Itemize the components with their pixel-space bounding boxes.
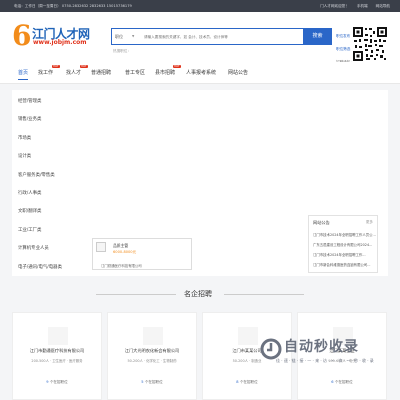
nav-hr-exam[interactable]: 人事报考系统: [186, 69, 216, 76]
job-salary: 6000-8000元: [113, 250, 137, 254]
announcement-item[interactable]: 江门市技术2024年全职招聘工作人员公...: [313, 232, 377, 237]
site-header: 6 江门人才网 www.jobjm.com 职位 ▼ 搜索 热搜职位： 职位发布…: [0, 12, 400, 64]
company-info: 50-200人 · 化学化工 · 生物制药: [127, 359, 177, 363]
search-input[interactable]: [144, 31, 294, 42]
nav-announcements[interactable]: 网站公告: [228, 69, 248, 76]
qr-code-icon: [352, 26, 388, 62]
announcement-item[interactable]: 广东五邑建设工程设计有限公司2024...: [313, 242, 377, 247]
announcement-item[interactable]: 江门市新会科维德医药连锁有限公司...: [313, 262, 377, 267]
category-item[interactable]: 工业/工厂类: [18, 227, 41, 233]
site-nav-link[interactable]: 网站导航: [376, 4, 390, 9]
hot-search-label: 热搜职位：: [113, 49, 131, 53]
phone-prefix: 电话：工作日（周一至周日）: [14, 4, 61, 8]
welcome-link[interactable]: 门人才网欢迎您！: [320, 4, 349, 9]
divider-left: [96, 294, 176, 295]
nav-find-job[interactable]: 找工作 HOT: [38, 65, 60, 76]
company-info: 200-500人 · 卫生医疗 · 医疗服务: [31, 359, 83, 363]
watermark-subtext: 佳 · 速 · 链 · 接 · 一 · 来 · 访 · 一 · 次 · 一 · …: [276, 358, 374, 363]
category-item[interactable]: 客户服务类/零售类: [18, 172, 55, 178]
mobile-link[interactable]: 手机端: [357, 4, 368, 9]
position-count: 6: [331, 380, 334, 384]
position-count-suffix: 个在招职位: [49, 380, 68, 384]
nav-county-recruit-label: 县市招聘: [155, 70, 176, 76]
nav-find-talent[interactable]: 找人才 HOT: [66, 65, 88, 76]
hot-badge: HOT: [173, 65, 181, 68]
main-nav: 首页 找工作 HOT 找人才 HOT 普通招聘 普工专区 县市招聘 HOT 人事报考系…: [0, 62, 400, 84]
phone-numbers: 0750-2832632 2832633 15015736179: [61, 4, 132, 8]
category-item[interactable]: 文职/翻译类: [18, 208, 41, 214]
announcement-box: 网站公告 更多 江门市技术2024年全职招聘工作人员公... 广东五邑建设工程设…: [308, 215, 378, 273]
watermark-text: 自动秒收录: [284, 339, 359, 355]
logo-url: www.jobjm.com: [33, 39, 87, 46]
company-name: 江门大光明农化新会有限公司: [124, 348, 180, 353]
company-logo-placeholder: [96, 242, 106, 252]
position-count: 5: [141, 380, 144, 384]
company-logo: [238, 327, 258, 345]
company-card[interactable]: 江门市勤通医疗科技有限公司 200-500人 · 卫生医疗 · 医疗服务 9 个…: [12, 312, 102, 400]
position-count-suffix: 个在招职位: [334, 380, 353, 384]
open-positions: 8 个在招职位: [203, 380, 291, 385]
search-button[interactable]: 搜索: [303, 28, 332, 45]
search-category-select[interactable]: 职位: [115, 34, 123, 40]
watermark-logo-icon: [260, 338, 282, 360]
job-company: 江门勤通医疗科技有限公司: [101, 264, 142, 268]
search-box: 职位 ▼ 搜索: [111, 28, 332, 45]
nav-find-talent-label: 找人才: [66, 70, 82, 76]
category-item[interactable]: 经营/管理类: [18, 98, 41, 104]
position-count-suffix: 个在招职位: [239, 380, 258, 384]
open-positions: 5 个在招职位: [108, 380, 196, 385]
nav-home[interactable]: 首页: [18, 69, 29, 80]
divider-right: [224, 294, 304, 295]
category-item[interactable]: 市场类: [18, 135, 31, 141]
position-count-suffix: 个在招职位: [144, 380, 163, 384]
position-count: 8: [236, 380, 239, 384]
section-title: 名企招聘: [184, 290, 212, 298]
open-positions: 6 个在招职位: [298, 380, 386, 385]
category-item[interactable]: 销售/业务类: [18, 116, 41, 122]
nav-general-recruit[interactable]: 普通招聘: [91, 69, 111, 76]
chevron-down-icon[interactable]: ▼: [132, 34, 134, 38]
category-item[interactable]: 设计类: [18, 153, 31, 159]
announcement-title: 网站公告: [313, 220, 330, 225]
logo-mark: 6: [12, 19, 32, 52]
category-item[interactable]: 行政/人事类: [18, 190, 41, 196]
category-item[interactable]: 计算机专业人员: [18, 245, 49, 251]
top-bar: 电话：工作日（周一至周日） 0750-2832632 2832633 15015…: [0, 0, 400, 12]
position-count: 9: [46, 380, 49, 384]
featured-job-card[interactable]: 品质主管 6000-8000元 江门勤通医疗科技有限公司: [92, 238, 192, 270]
job-title: 品质主管: [113, 243, 129, 248]
company-logo: [48, 327, 68, 345]
company-card[interactable]: 江门大光明农化新会有限公司 50-200人 · 化学化工 · 生物制药 5 个在…: [107, 312, 197, 400]
nav-find-job-label: 找工作: [38, 70, 54, 76]
announcement-item[interactable]: 江门市技术2024年全职招聘工作...: [313, 252, 377, 257]
company-name: 江门市勤通医疗科技有限公司: [29, 348, 85, 353]
category-item[interactable]: 电子/通讯/电气/电器类: [18, 264, 62, 270]
contact-phone: 电话：工作日（周一至周日） 0750-2832632 2832633 15015…: [14, 4, 132, 9]
nav-county-recruit[interactable]: 县市招聘 HOT: [155, 65, 181, 76]
company-logo: [143, 327, 163, 345]
site-logo[interactable]: 6 江门人才网 www.jobjm.com: [12, 22, 92, 54]
announcement-more-link[interactable]: 更多: [366, 220, 373, 225]
hot-badge: HOT: [52, 65, 60, 68]
watermark: 自动秒收录 佳 · 速 · 链 · 接 · 一 · 来 · 访 · 一 · 次 …: [260, 336, 388, 376]
hot-badge: HOT: [80, 65, 88, 68]
nav-worker-zone[interactable]: 普工专区: [125, 69, 145, 76]
open-positions: 9 个在招职位: [13, 380, 101, 385]
